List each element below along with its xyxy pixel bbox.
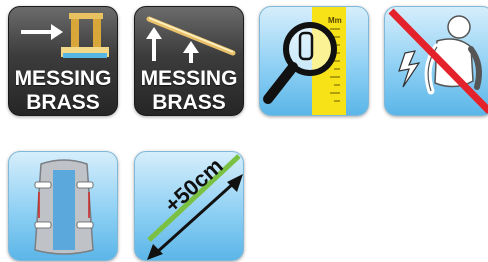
no-back-pain-icon <box>388 8 488 115</box>
brass-label-de: MESSING <box>14 67 112 90</box>
measuring-magnifier-icon: Mm <box>263 7 346 115</box>
brass-label-en: BRASS <box>152 91 226 114</box>
brass-rod-tile: MESSING BRASS <box>134 6 244 116</box>
back-support-icon <box>34 159 94 255</box>
brass-label-en: BRASS <box>26 91 100 114</box>
brass-threshold-tile: MESSING BRASS <box>8 6 118 116</box>
extension-tile: +50cm <box>134 151 244 261</box>
no-back-pain-tile <box>384 6 488 116</box>
measuring-tile: Mm <box>259 6 369 116</box>
scale-unit-label: Mm <box>328 16 342 25</box>
extension-length-label: +50cm <box>160 153 228 218</box>
back-support-tile <box>8 151 118 261</box>
extension-length-icon: +50cm <box>147 153 243 260</box>
brass-label-de: MESSING <box>140 67 238 90</box>
